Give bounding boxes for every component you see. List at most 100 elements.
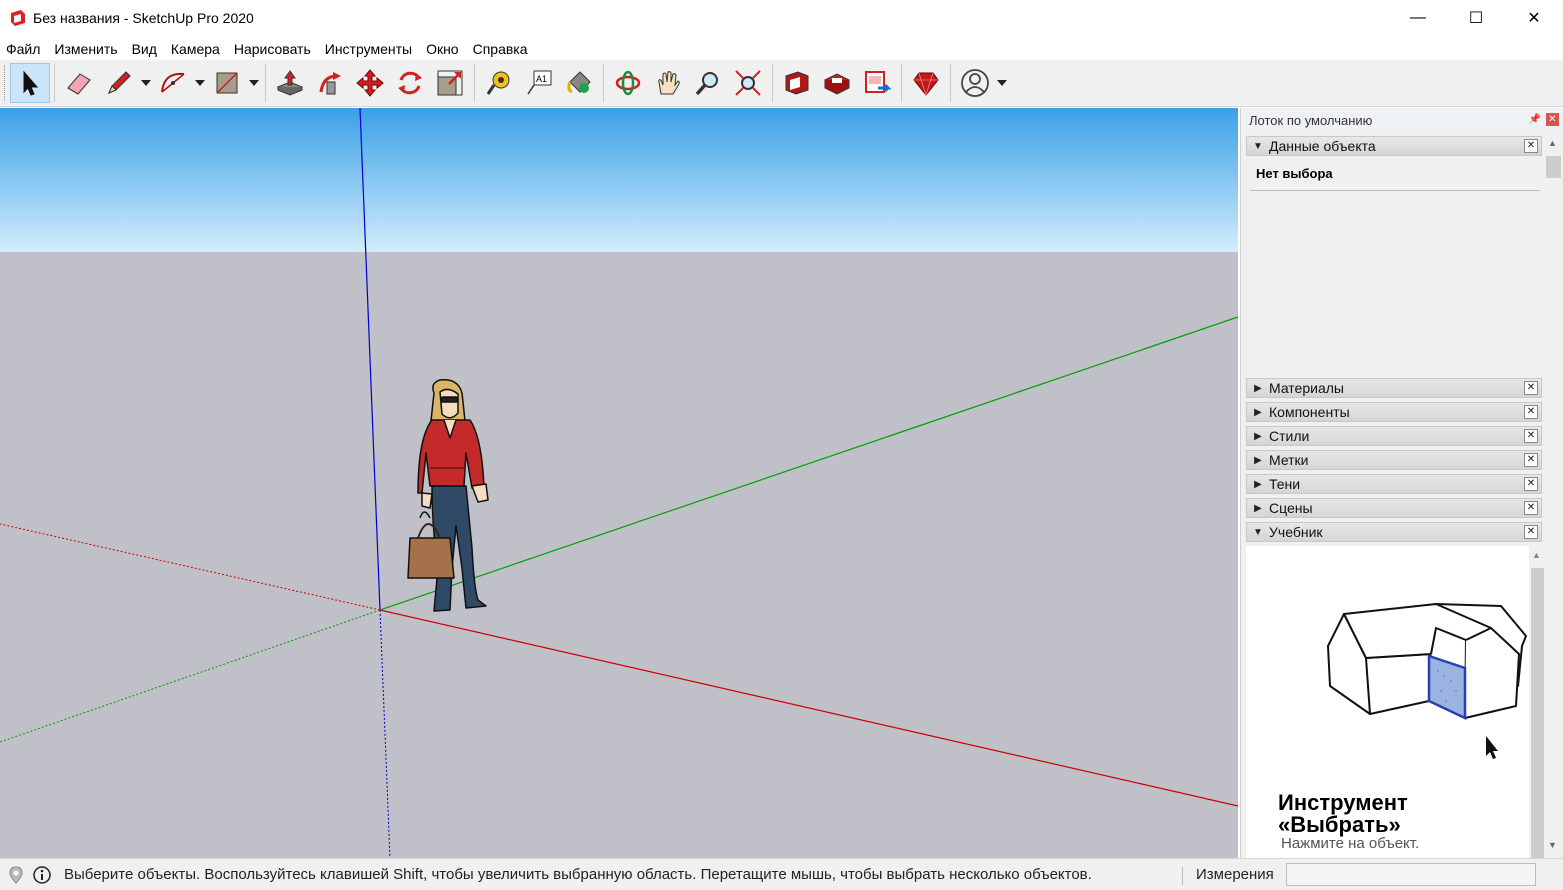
divider — [1250, 190, 1540, 191]
menu-tools[interactable]: Инструменты — [318, 38, 419, 60]
menu-help[interactable]: Справка — [466, 38, 535, 60]
window-title: Без названия - SketchUp Pro 2020 — [33, 10, 254, 26]
geolocation-icon[interactable] — [6, 865, 26, 885]
scene-canvas[interactable] — [0, 108, 1238, 858]
menu-file[interactable]: Файл — [0, 38, 47, 60]
toolbar-separator — [772, 64, 773, 102]
ground — [0, 252, 1238, 858]
zoom-extents-icon — [735, 70, 761, 96]
menu-camera[interactable]: Камера — [164, 38, 227, 60]
orbit-tool-button[interactable] — [608, 63, 648, 103]
status-divider — [1182, 867, 1183, 885]
sky — [0, 108, 1238, 252]
move-tool-button[interactable] — [350, 63, 390, 103]
panel-scenes[interactable]: ▶ Сцены ✕ — [1246, 498, 1542, 518]
toolbar-separator — [54, 64, 55, 102]
menu-edit[interactable]: Изменить — [47, 38, 124, 60]
eraser-tool-button[interactable] — [59, 63, 99, 103]
tutorial-title: Инструмент «Выбрать» — [1278, 792, 1408, 836]
paint-bucket-tool-button[interactable] — [559, 63, 599, 103]
panel-close-icon[interactable]: ✕ — [1524, 381, 1538, 395]
panel-close-icon[interactable]: ✕ — [1524, 429, 1538, 443]
minimize-icon: — — [1410, 9, 1426, 26]
pin-icon[interactable]: 📌 — [1529, 114, 1541, 125]
send-to-layout-button[interactable] — [857, 63, 897, 103]
ruby-console-button[interactable] — [906, 63, 946, 103]
account-dropdown[interactable] — [995, 63, 1009, 103]
menu-draw[interactable]: Нарисовать — [227, 38, 318, 60]
panel-close-icon[interactable]: ✕ — [1524, 405, 1538, 419]
select-tool-illustration — [1327, 603, 1527, 759]
expand-arrow-icon: ▶ — [1254, 406, 1262, 418]
line-tool-dropdown[interactable] — [139, 63, 153, 103]
rotate-icon — [398, 71, 422, 95]
extension-warehouse-button[interactable] — [817, 63, 857, 103]
panel-components[interactable]: ▶ Компоненты ✕ — [1246, 402, 1542, 422]
drawing-viewport[interactable] — [0, 108, 1238, 858]
panel-tags[interactable]: ▶ Метки ✕ — [1246, 450, 1542, 470]
panel-materials[interactable]: ▶ Материалы ✕ — [1246, 378, 1542, 398]
scroll-thumb[interactable] — [1531, 568, 1544, 858]
panel-close-icon[interactable]: ✕ — [1524, 525, 1538, 539]
push-pull-icon — [276, 70, 304, 96]
panel-entity-info[interactable]: ▼ Данные объекта ✕ — [1246, 136, 1542, 156]
maximize-button[interactable]: ☐ — [1447, 0, 1505, 36]
toolbar-separator — [474, 64, 475, 102]
main-toolbar: A1 — [0, 60, 1563, 107]
orbit-icon — [615, 70, 641, 96]
pan-icon — [658, 71, 680, 95]
info-icon[interactable] — [32, 865, 52, 885]
account-icon — [961, 69, 989, 97]
cursor-icon — [1486, 736, 1498, 759]
arc-icon — [161, 72, 185, 93]
follow-me-tool-button[interactable] — [310, 63, 350, 103]
arc-tool-button[interactable] — [153, 63, 193, 103]
expand-arrow-icon: ▶ — [1254, 454, 1262, 466]
scroll-up-icon[interactable]: ▲ — [1532, 550, 1541, 560]
extension-warehouse-icon — [823, 73, 851, 95]
menu-view[interactable]: Вид — [125, 38, 164, 60]
line-tool-button[interactable] — [99, 63, 139, 103]
tape-measure-tool-button[interactable] — [479, 63, 519, 103]
panel-close-icon[interactable]: ✕ — [1524, 139, 1538, 153]
zoom-extents-tool-button[interactable] — [728, 63, 768, 103]
minimize-button[interactable]: — — [1389, 0, 1447, 36]
tray-close-icon[interactable]: ✕ — [1546, 113, 1559, 126]
toolbar-grip[interactable] — [4, 65, 8, 101]
menu-bar: Файл Изменить Вид Камера Нарисовать Инст… — [0, 38, 535, 60]
scroll-thumb[interactable] — [1546, 156, 1561, 178]
panel-instructor[interactable]: ▼ Учебник ✕ — [1246, 522, 1542, 542]
scale-tool-button[interactable] — [430, 63, 470, 103]
ruby-icon — [913, 72, 939, 96]
rectangle-tool-dropdown[interactable] — [247, 63, 261, 103]
measurements-label: Измерения — [1196, 866, 1274, 883]
tray-scrollbar[interactable]: ▲ ▼ — [1544, 136, 1561, 858]
toolbar-separator — [901, 64, 902, 102]
close-icon: ✕ — [1527, 10, 1541, 27]
paint-bucket-icon — [567, 71, 591, 94]
rotate-tool-button[interactable] — [390, 63, 430, 103]
scroll-down-icon[interactable]: ▼ — [1546, 840, 1559, 854]
rectangle-tool-button[interactable] — [207, 63, 247, 103]
3d-warehouse-button[interactable] — [777, 63, 817, 103]
close-window-button[interactable]: ✕ — [1505, 0, 1563, 36]
text-tool-button[interactable]: A1 — [519, 63, 559, 103]
arc-tool-dropdown[interactable] — [193, 63, 207, 103]
menu-window[interactable]: Окно — [419, 38, 466, 60]
panel-close-icon[interactable]: ✕ — [1524, 477, 1538, 491]
panel-close-icon[interactable]: ✕ — [1524, 501, 1538, 515]
select-tool-button[interactable] — [10, 63, 50, 103]
panel-close-icon[interactable]: ✕ — [1524, 453, 1538, 467]
measurements-input[interactable] — [1286, 863, 1536, 886]
zoom-tool-button[interactable] — [688, 63, 728, 103]
pan-tool-button[interactable] — [648, 63, 688, 103]
expand-arrow-icon: ▶ — [1254, 478, 1262, 490]
instructor-content: Инструмент «Выбрать» Нажмите на объект. … — [1246, 546, 1546, 858]
collapse-arrow-icon: ▼ — [1253, 140, 1263, 152]
scroll-up-icon[interactable]: ▲ — [1546, 138, 1559, 152]
account-button[interactable] — [955, 63, 995, 103]
panel-shadows[interactable]: ▶ Тени ✕ — [1246, 474, 1542, 494]
panel-styles[interactable]: ▶ Стили ✕ — [1246, 426, 1542, 446]
panel-label: Сцены — [1269, 500, 1313, 516]
push-pull-tool-button[interactable] — [270, 63, 310, 103]
